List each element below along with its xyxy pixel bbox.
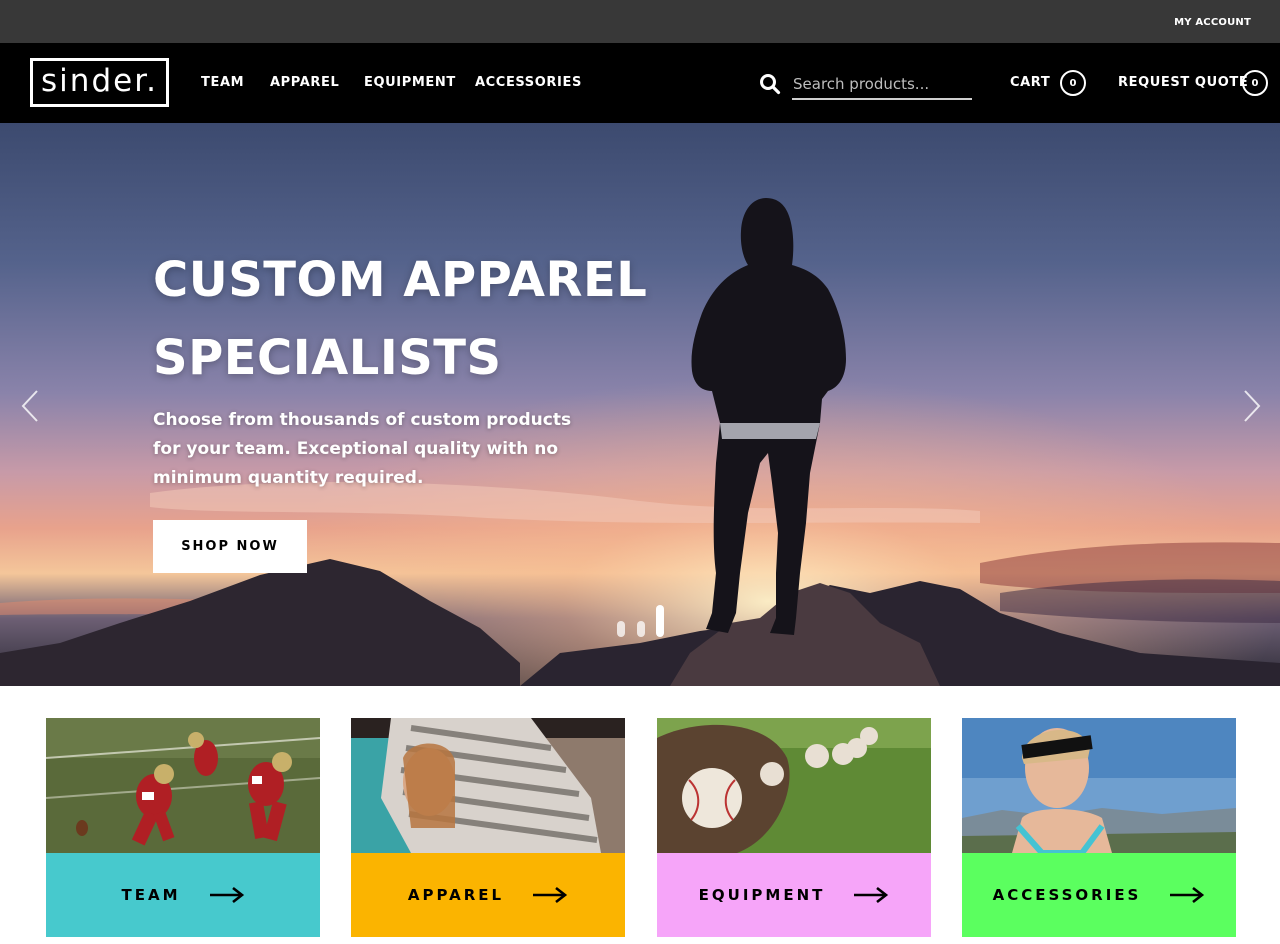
chevron-right-icon[interactable]	[1242, 389, 1262, 423]
nav-item-accessories[interactable]: ACCESSORIES	[475, 75, 582, 90]
category-label-apparel[interactable]: APPAREL	[408, 886, 504, 904]
category-band-team[interactable]: TEAM	[46, 853, 320, 937]
category-card-equipment[interactable]: EQUIPMENT	[657, 718, 931, 937]
cart-link[interactable]: CART	[1010, 75, 1050, 90]
search-icon[interactable]	[759, 73, 781, 95]
hero-title-line-2: SPECIALISTS	[153, 330, 502, 386]
arrow-right-icon	[1170, 886, 1205, 904]
category-label-accessories[interactable]: ACCESSORIES	[993, 886, 1142, 904]
category-band-equipment[interactable]: EQUIPMENT	[657, 853, 931, 937]
category-card-accessories[interactable]: ACCESSORIES	[962, 718, 1236, 937]
hero-title-line-1: CUSTOM APPAREL	[153, 252, 648, 308]
striped-hoodie-photo	[351, 718, 625, 853]
slider-dot[interactable]	[637, 621, 645, 637]
slider-dot[interactable]	[617, 621, 625, 637]
chevron-left-icon[interactable]	[20, 389, 40, 423]
arrow-right-icon	[209, 886, 244, 904]
nav-item-team[interactable]: TEAM	[201, 75, 244, 90]
hero-subtitle: Choose from thousands of custom products…	[153, 410, 572, 488]
headband-athlete-photo	[962, 718, 1236, 853]
arrow-right-icon	[854, 886, 889, 904]
category-band-accessories[interactable]: ACCESSORIES	[962, 853, 1236, 937]
arrow-right-icon	[533, 886, 568, 904]
category-label-team[interactable]: TEAM	[121, 886, 180, 904]
logo[interactable]: sinder.	[30, 58, 169, 107]
nav-item-apparel[interactable]: APPAREL	[270, 75, 339, 90]
category-card-team[interactable]: TEAM	[46, 718, 320, 937]
hero-slider: CUSTOM APPAREL SPECIALISTS Choose from t…	[0, 123, 1280, 686]
hero-background-image	[0, 123, 1280, 686]
cart-count-badge[interactable]: 0	[1060, 70, 1086, 96]
slider-dot-active[interactable]	[656, 605, 664, 637]
utility-bar: MY ACCOUNT	[0, 0, 1280, 43]
nav-item-equipment[interactable]: EQUIPMENT	[364, 75, 456, 90]
slider-dots	[617, 605, 667, 637]
baseball-glove-photo	[657, 718, 931, 853]
hero-title: CUSTOM APPAREL SPECIALISTS	[153, 241, 673, 397]
football-players-photo	[46, 718, 320, 853]
category-label-equipment[interactable]: EQUIPMENT	[699, 886, 826, 904]
search-input[interactable]	[792, 69, 972, 100]
my-account-link[interactable]: MY ACCOUNT	[1174, 17, 1251, 28]
main-header: sinder. TEAM APPAREL EQUIPMENT ACCESSORI…	[0, 43, 1280, 123]
category-card-apparel[interactable]: APPAREL	[351, 718, 625, 937]
shop-now-button[interactable]: SHOP NOW	[153, 520, 307, 573]
category-band-apparel[interactable]: APPAREL	[351, 853, 625, 937]
request-quote-link[interactable]: REQUEST QUOTE	[1118, 75, 1248, 90]
quote-count-badge[interactable]: 0	[1242, 70, 1268, 96]
